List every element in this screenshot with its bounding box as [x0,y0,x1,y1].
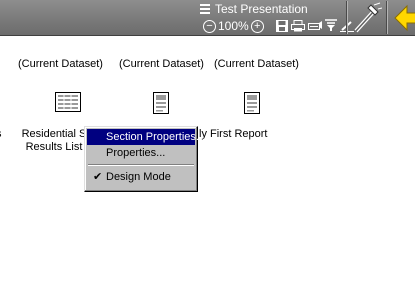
print-icon[interactable] [291,19,305,32]
zoom-in-button[interactable]: + [250,19,264,33]
presentation-title: Test Presentation [215,2,308,16]
menu-item-properties[interactable]: Properties... [87,145,195,161]
title-row: Test Presentation [200,2,308,16]
document-report-icon[interactable] [244,92,260,114]
menu-item-section-properties[interactable]: Section Properties... [87,129,205,145]
report-label[interactable]: ly First Report [199,128,267,141]
back-arrow-icon[interactable] [392,3,415,33]
dataset-label: (Current Dataset) [119,58,204,70]
partial-report-label: s [0,128,2,141]
design-wand-icon[interactable] [352,2,382,34]
dataset-label: (Current Dataset) [18,58,103,70]
report-canvas: (Current Dataset) (Current Dataset) (Cur… [0,37,415,300]
filter-icon[interactable] [325,19,337,32]
list-report-icon[interactable] [55,92,81,112]
context-menu: Section Properties... Properties... ✔ De… [84,126,205,192]
zoom-level: 100% [218,19,249,33]
lines-icon [200,4,210,14]
zoom-controls: − 100% + [203,18,264,34]
save-icon[interactable] [276,19,288,32]
toolbar-separator [346,1,348,34]
menu-separator [88,164,194,166]
toolbar-separator [386,1,388,34]
zoom-out-button[interactable]: − [203,19,216,33]
check-icon: ✔ [93,171,103,183]
menu-item-design-mode[interactable]: ✔ Design Mode [87,169,195,185]
toolbar: Test Presentation − 100% + [0,0,415,36]
preview-icon[interactable] [308,20,322,32]
dataset-label: (Current Dataset) [214,58,299,70]
document-report-icon[interactable] [153,92,169,114]
